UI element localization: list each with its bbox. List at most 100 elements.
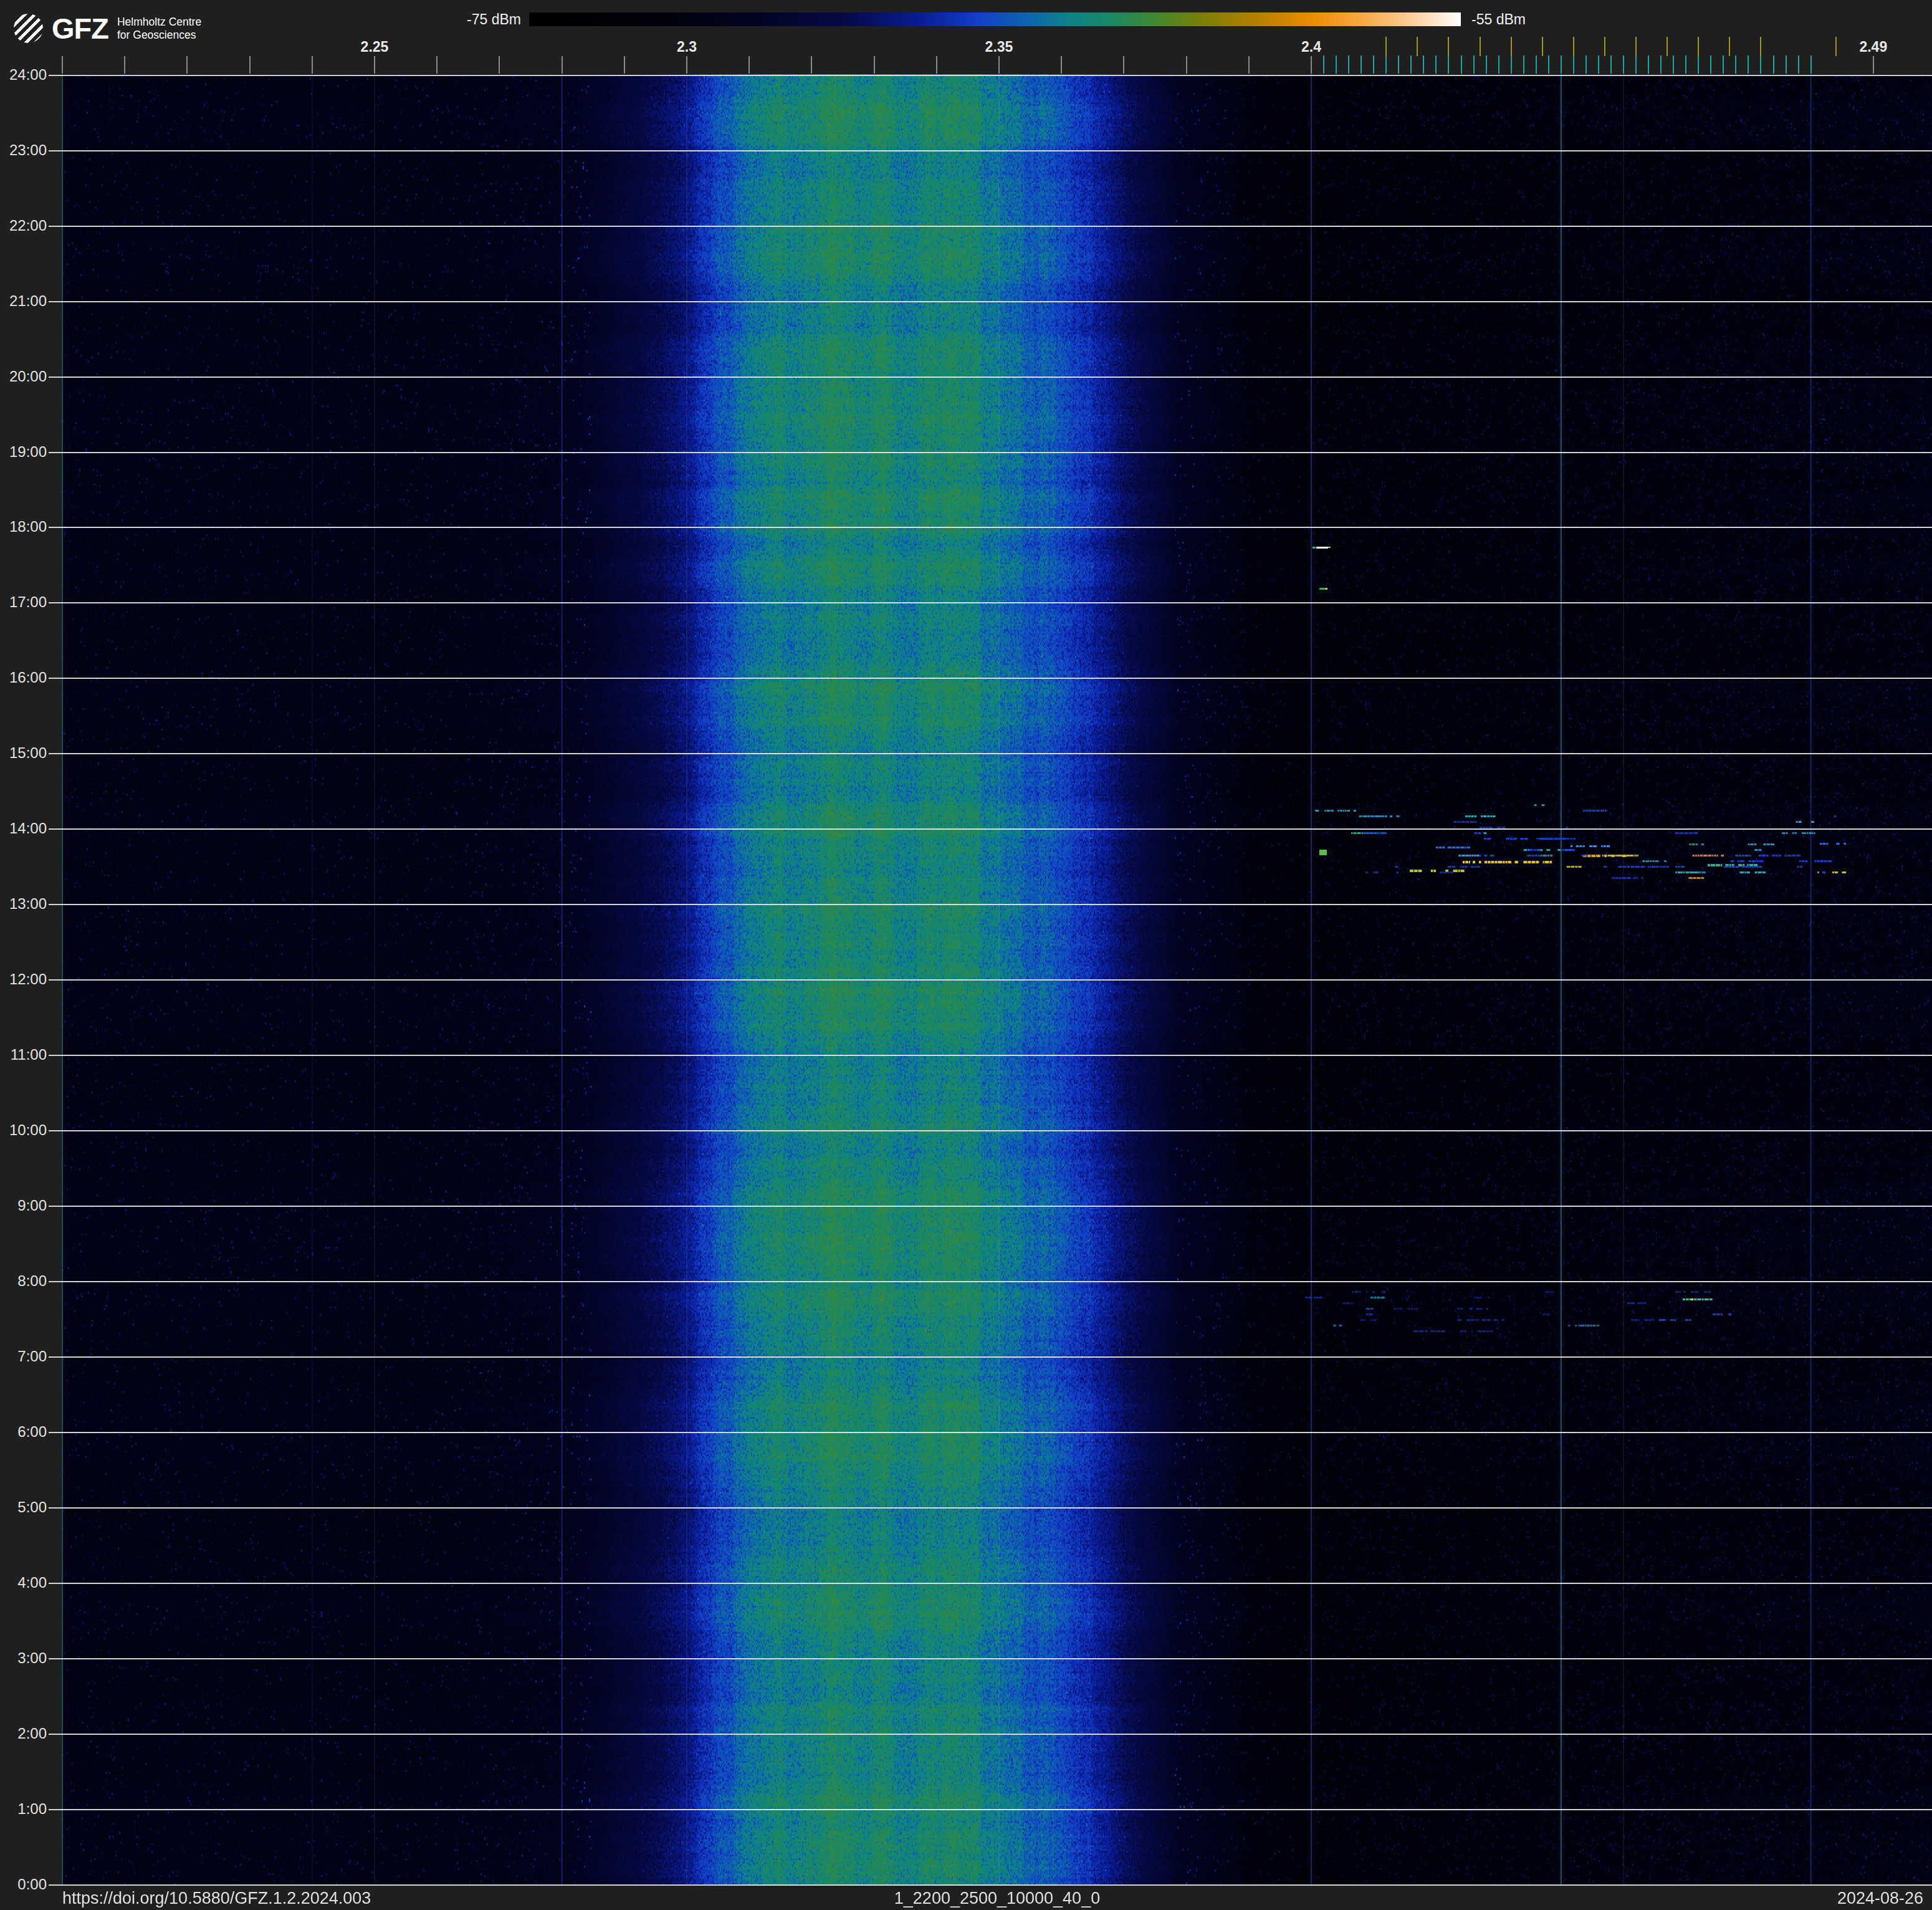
freq-tick-minor (998, 56, 1000, 74)
ble-channel-tick (1398, 55, 1399, 74)
freq-axis-label: 2.25 (361, 39, 389, 55)
ble-channel-tick (1748, 55, 1749, 74)
footer-dataset-name: 1_2200_2500_10000_40_0 (31, 1889, 1932, 1908)
hour-gridline (49, 452, 1932, 453)
wifi-channel-tick (1542, 37, 1543, 56)
hour-gridline (49, 1206, 1932, 1207)
wifi-channel-tick (1573, 37, 1574, 56)
hour-gridline (49, 1734, 1932, 1735)
freq-tick-minor (1186, 56, 1187, 74)
freq-tick-minor (499, 56, 500, 74)
freq-tick-minor (374, 56, 375, 74)
freq-tick-minor (1061, 56, 1062, 74)
time-axis-label: 14:00 (0, 820, 47, 837)
hour-gridline (49, 1884, 1932, 1886)
time-axis-label: 4:00 (0, 1574, 47, 1591)
freq-tick-minor (1248, 56, 1250, 74)
ble-channel-tick (1486, 55, 1487, 74)
ble-channel-tick (1798, 55, 1799, 74)
ble-channel-tick (1635, 55, 1637, 74)
freq-axis-label: 2.3 (677, 39, 697, 55)
time-axis-label: 2:00 (0, 1725, 47, 1742)
ble-channel-tick (1685, 55, 1686, 74)
freq-tick-minor (936, 56, 937, 74)
freq-tick-minor (748, 56, 750, 74)
freq-tick-minor (436, 56, 438, 74)
hour-gridline (49, 678, 1932, 679)
hour-gridline (49, 527, 1932, 528)
gfz-logo-subtitle-line1: Helmholtz Centre (117, 16, 201, 29)
time-axis-label: 23:00 (0, 142, 47, 159)
hour-gridline (49, 753, 1932, 754)
freq-axis-label: 2.4 (1301, 39, 1321, 55)
wifi-channel-tick (1604, 37, 1605, 56)
freq-tick-minor (686, 56, 687, 74)
ble-channel-tick (1361, 55, 1362, 74)
time-axis-label: 24:00 (0, 66, 47, 84)
time-axis-label: 3:00 (0, 1649, 47, 1667)
ble-channel-tick (1735, 55, 1736, 74)
ble-channel-tick (1536, 55, 1537, 74)
wifi-channel-tick (1760, 37, 1761, 56)
ble-channel-tick (1385, 55, 1387, 74)
ble-channel-tick (1648, 55, 1649, 74)
ble-channel-tick (1323, 55, 1324, 74)
gfz-logo-brand: GFZ (52, 14, 108, 43)
freq-tick-minor (1873, 56, 1874, 74)
wifi-channel-tick (1448, 37, 1449, 56)
wifi-channel-tick (1698, 37, 1699, 56)
freq-tick-minor (249, 56, 251, 74)
colorbar-max-label: -55 dBm (1471, 11, 1526, 28)
wifi-channel-tick (1385, 37, 1387, 56)
freq-axis-label: 2.35 (985, 39, 1013, 55)
gfz-logo-subtitle-line2: for Geosciences (117, 29, 201, 42)
hour-gridline (49, 377, 1932, 378)
time-axis-label: 16:00 (0, 669, 47, 686)
hour-gridline (49, 1809, 1932, 1810)
hour-gridline (49, 979, 1932, 981)
time-axis-label: 17:00 (0, 593, 47, 611)
freq-tick-minor (124, 56, 125, 74)
ble-channel-tick (1523, 55, 1524, 74)
hour-gridline (49, 301, 1932, 302)
time-axis-label: 22:00 (0, 217, 47, 234)
time-axis-label: 6:00 (0, 1423, 47, 1441)
hour-gridline (49, 226, 1932, 227)
ble-channel-tick (1561, 55, 1562, 74)
ble-channel-tick (1435, 55, 1437, 74)
ble-channel-tick (1461, 55, 1462, 74)
ble-channel-tick (1585, 55, 1587, 74)
time-axis-label: 13:00 (0, 895, 47, 913)
freq-tick-minor (62, 56, 63, 74)
ble-channel-tick (1573, 55, 1574, 74)
time-axis-label: 8:00 (0, 1272, 47, 1290)
ble-channel-tick (1498, 55, 1499, 74)
wifi-channel-tick (1511, 37, 1512, 56)
hour-gridline (49, 1583, 1932, 1584)
time-axis-label: 18:00 (0, 518, 47, 535)
time-axis-label: 21:00 (0, 292, 47, 310)
freq-tick-minor (1123, 56, 1124, 74)
hour-gridline (49, 75, 1932, 76)
hour-gridline (49, 1130, 1932, 1131)
wifi-channel-tick (1667, 37, 1668, 56)
hour-gridline (49, 1658, 1932, 1659)
freq-tick-minor (811, 56, 812, 74)
ble-channel-tick (1723, 55, 1724, 74)
ble-channel-tick (1610, 55, 1612, 74)
hour-gridline (49, 150, 1932, 151)
ble-channel-tick (1511, 55, 1512, 74)
ble-channel-tick (1423, 55, 1424, 74)
ble-channel-tick (1760, 55, 1761, 74)
hour-gridline (49, 1281, 1932, 1282)
gfz-logo-icon (14, 14, 43, 43)
time-axis-label: 11:00 (0, 1046, 47, 1063)
ble-channel-tick (1348, 55, 1349, 74)
wifi-channel-tick (1417, 37, 1418, 56)
wifi-channel-tick (1635, 37, 1637, 56)
time-axis-label: 12:00 (0, 971, 47, 988)
wifi-channel-tick (1480, 37, 1481, 56)
ble-channel-tick (1336, 55, 1337, 74)
time-axis-label: 15:00 (0, 744, 47, 762)
time-axis-label: 10:00 (0, 1121, 47, 1139)
